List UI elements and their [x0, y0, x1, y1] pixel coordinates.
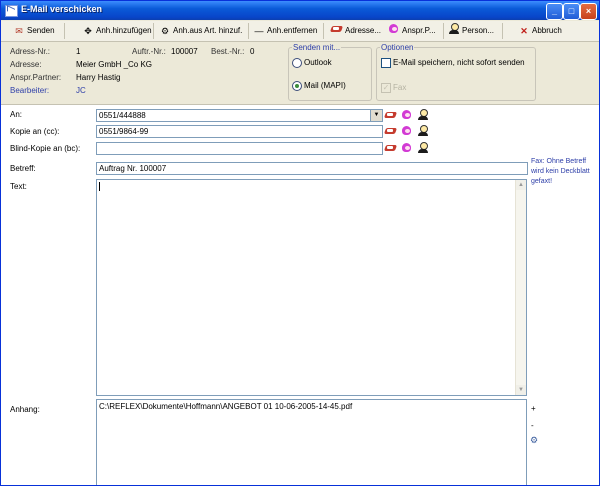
outlook-label: Outlook — [304, 58, 332, 67]
article-attach-icon[interactable]: ⚙ — [530, 435, 542, 447]
best-no-value: 0 — [250, 47, 255, 56]
window-title: E-Mail verschicken — [21, 4, 103, 14]
person-label: Person... — [462, 26, 495, 35]
best-no-label: Best.-Nr.: — [211, 47, 245, 56]
address-book-icon — [331, 23, 343, 35]
save-not-send-checkbox[interactable] — [381, 58, 391, 68]
options-legend: Optionen — [380, 43, 415, 52]
cancel-x-icon: ✕ — [520, 26, 528, 36]
toolbar-separator — [153, 23, 154, 39]
editor-value: JC — [76, 86, 86, 95]
email-dialog-window: E-Mail verschicken _ □ × ✉ Senden ✥ Anh.hi… — [0, 0, 600, 486]
to-dropdown-button[interactable]: ▼ — [370, 110, 382, 121]
send-label: Senden — [27, 26, 55, 35]
to-person-icon[interactable] — [417, 109, 429, 121]
remove-attachment-button[interactable]: — Anh.entfernen — [253, 23, 318, 39]
to-address-book-icon[interactable] — [385, 109, 397, 121]
to-field[interactable]: 0551/444888 ▼ — [96, 109, 383, 122]
toolbar-separator — [64, 23, 65, 39]
toolbar-separator — [323, 23, 324, 39]
title-bar[interactable]: E-Mail verschicken _ □ × — [1, 1, 599, 20]
add-attachment-button[interactable]: ✥ Anh.hinzufügen — [82, 23, 152, 39]
to-value: 0551/444888 — [99, 111, 146, 120]
add-from-article-button[interactable]: ⚙ Anh.aus Art. hinzuf. — [159, 23, 242, 39]
contact-person-label: Anspr.P... — [402, 26, 436, 35]
maximize-button[interactable]: □ — [563, 3, 580, 20]
send-with-group: Senden mit... Outlook Mail (MAPI) — [288, 43, 372, 101]
address-no-value: 1 — [76, 47, 81, 56]
email-form: An: 0551/444888 ▼ Kopie an (cc): 0551/98… — [1, 105, 599, 485]
add-attachment-label: Anh.hinzufügen — [96, 26, 152, 35]
options-group: Optionen E-Mail speichern, nicht sofort … — [376, 43, 536, 101]
send-icon: ✉ — [15, 26, 23, 36]
order-no-label: Auftr.-Nr.: — [132, 47, 166, 56]
person-button[interactable]: Person... — [448, 23, 494, 39]
attachment-label: Anhang: — [10, 405, 40, 414]
close-button[interactable]: × — [580, 3, 597, 20]
attachment-item[interactable]: C:\REFLEX\Dokumente\Hoffmann\ANGEBOT 01 … — [99, 402, 352, 411]
fax-note: Fax: Ohne Betreff wird kein Deckblatt ge… — [531, 158, 590, 185]
cc-person-icon[interactable] — [417, 125, 429, 137]
cc-value: 0551/9864-99 — [99, 127, 149, 136]
cc-contact-icon[interactable] — [401, 125, 413, 137]
text-scrollbar[interactable]: ▲ ▼ — [515, 180, 526, 395]
toolbar-separator — [248, 23, 249, 39]
bcc-address-book-icon[interactable] — [385, 142, 397, 154]
address-label: Adresse: — [10, 60, 42, 69]
to-label: An: — [10, 110, 23, 119]
plus-icon: ✥ — [84, 26, 92, 36]
envelope-icon — [5, 5, 18, 17]
bcc-field[interactable] — [96, 142, 383, 155]
toolbar-separator — [502, 23, 503, 39]
person-icon — [448, 23, 460, 35]
article-icon: ⚙ — [160, 26, 170, 36]
editor-label: Bearbeiter: — [10, 86, 50, 95]
contact-value: Harry Hastig — [76, 73, 121, 82]
mapi-radio[interactable] — [292, 81, 302, 91]
remove-attachment-side-button[interactable]: - — [531, 421, 534, 430]
text-label: Text: — [10, 182, 27, 191]
address-no-label: Adress-Nr.: — [10, 47, 51, 56]
save-not-send-label: E-Mail speichern, nicht sofort senden — [393, 58, 525, 67]
contact-label: Anspr.Partner: — [10, 73, 62, 82]
toolbar: ✉ Senden ✥ Anh.hinzufügen ⚙ Anh.aus Art. hi… — [1, 21, 599, 42]
add-from-article-label: Anh.aus Art. hinzuf. — [173, 26, 243, 35]
address-value: Meier GmbH _Co KG — [76, 60, 153, 69]
toolbar-separator — [443, 23, 444, 39]
address-button[interactable]: Adresse... — [331, 23, 381, 39]
send-with-legend: Senden mit... — [292, 43, 342, 52]
contact-head-icon — [388, 23, 400, 35]
mapi-label: Mail (MAPI) — [304, 81, 346, 90]
subject-label: Betreff: — [10, 164, 36, 173]
info-panel: Adress-Nr.: 1 Auftr.-Nr.: 100007 Best.-N… — [1, 42, 599, 105]
send-button[interactable]: ✉ Senden — [13, 23, 55, 39]
order-no-value: 100007 — [171, 47, 198, 56]
cancel-label: Abbruch — [532, 26, 562, 35]
minimize-button[interactable]: _ — [546, 3, 563, 20]
minus-icon: — — [254, 26, 264, 36]
bcc-label: Blind-Kopie an (bc): — [10, 144, 81, 153]
bcc-person-icon[interactable] — [417, 142, 429, 154]
scroll-down-arrow-icon[interactable]: ▼ — [516, 385, 526, 395]
to-contact-icon[interactable] — [401, 109, 413, 121]
cancel-button[interactable]: ✕ Abbruch — [518, 23, 562, 39]
remove-attachment-label: Anh.entfernen — [267, 26, 318, 35]
outlook-radio[interactable] — [292, 58, 302, 68]
contact-person-button[interactable]: Anspr.P... — [388, 23, 436, 39]
fax-checkbox: ✓ — [381, 83, 391, 93]
cc-address-book-icon[interactable] — [385, 125, 397, 137]
subject-field[interactable]: Auftrag Nr. 100007 — [96, 162, 528, 175]
subject-value: Auftrag Nr. 100007 — [99, 164, 167, 173]
text-cursor — [99, 182, 100, 191]
cc-field[interactable]: 0551/9864-99 — [96, 125, 383, 138]
add-attachment-side-button[interactable]: + — [531, 404, 536, 413]
cc-label: Kopie an (cc): — [10, 127, 60, 136]
bcc-contact-icon[interactable] — [401, 142, 413, 154]
address-label: Adresse... — [345, 26, 382, 35]
scroll-up-arrow-icon[interactable]: ▲ — [516, 180, 526, 190]
attachment-list[interactable]: C:\REFLEX\Dokumente\Hoffmann\ANGEBOT 01 … — [96, 399, 527, 485]
fax-label: Fax — [393, 83, 407, 92]
message-textarea[interactable]: ▲ ▼ — [96, 179, 527, 396]
